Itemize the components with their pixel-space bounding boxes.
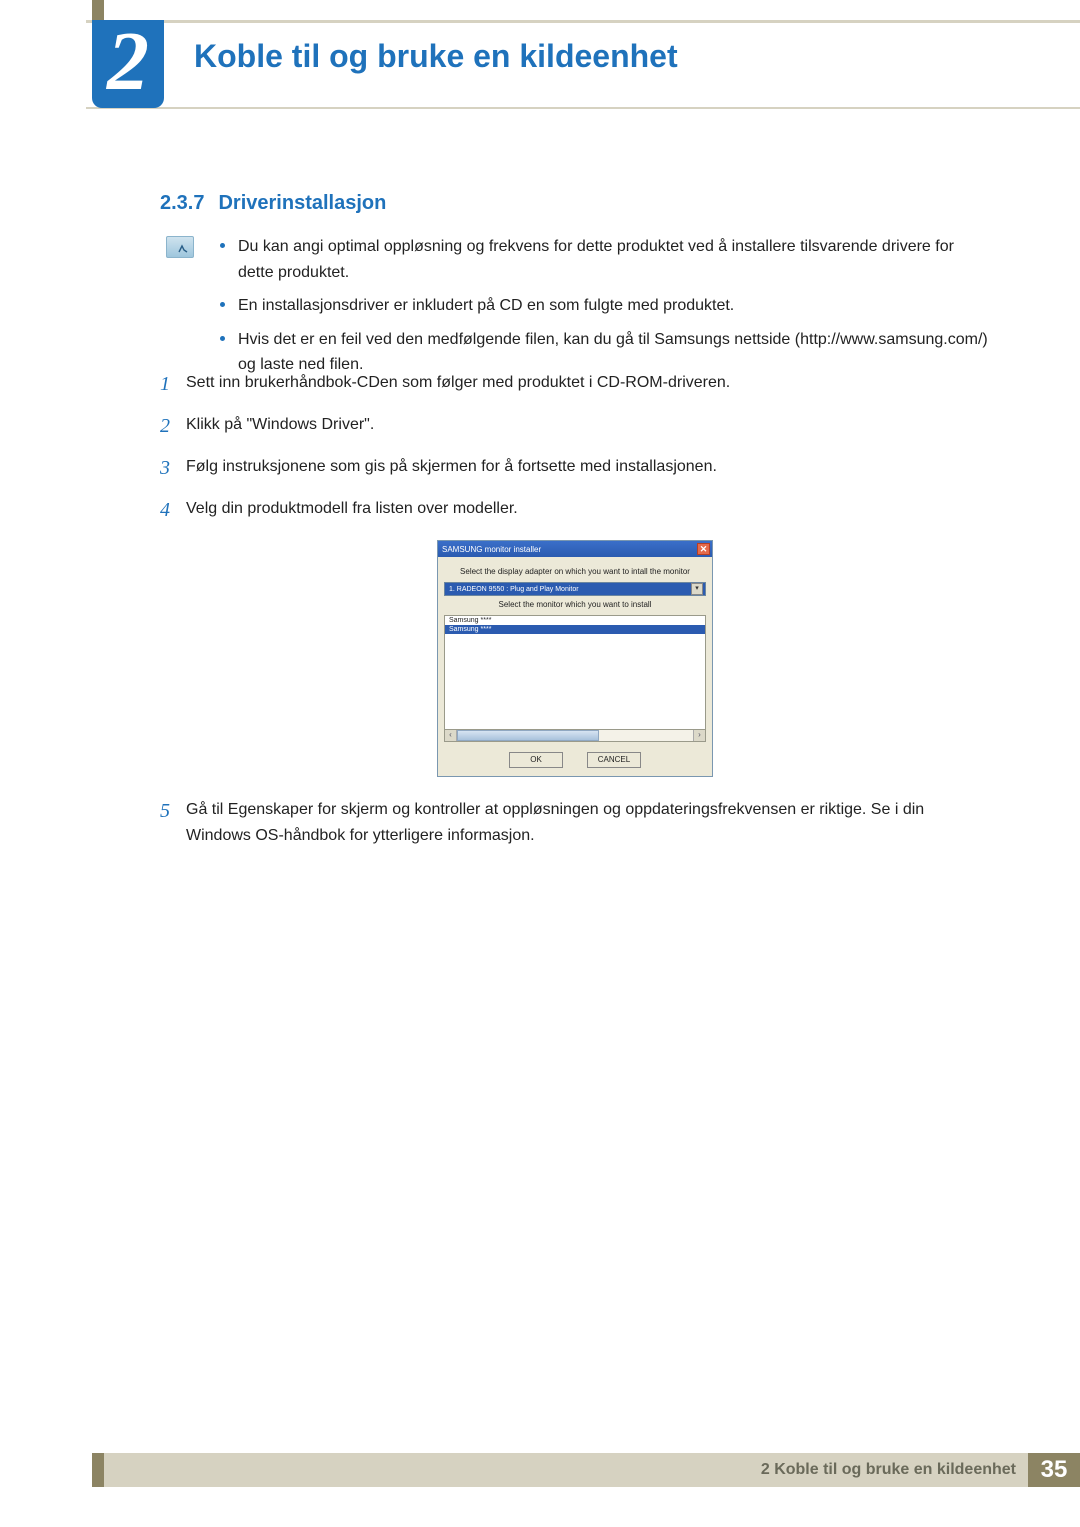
step-number: 1 xyxy=(160,368,186,400)
note-icon xyxy=(166,236,194,258)
cancel-button[interactable]: CANCEL xyxy=(587,752,641,768)
step-number: 4 xyxy=(160,494,186,526)
footer-text: 2 Koble til og bruke en kildeenhet xyxy=(761,1461,1016,1479)
section-title: Driverinstallasjon xyxy=(218,192,386,214)
footer-bar: 2 Koble til og bruke en kildeenhet 35 xyxy=(94,1453,1080,1487)
step-item: 5 Gå til Egenskaper for skjerm og kontro… xyxy=(160,795,990,848)
step-item: 3 Følg instruksjonene som gis på skjerme… xyxy=(160,452,990,484)
step-item: 2 Klikk på "Windows Driver". xyxy=(160,410,990,442)
step-text: Klikk på "Windows Driver". xyxy=(186,410,990,438)
close-icon[interactable]: ✕ xyxy=(697,543,710,555)
monitor-list-body[interactable] xyxy=(444,634,706,730)
dialog-title: SAMSUNG monitor installer xyxy=(442,545,541,554)
step-item: 1 Sett inn brukerhåndbok-CDen som følger… xyxy=(160,368,990,400)
installer-dialog-figure: SAMSUNG monitor installer ✕ Select the d… xyxy=(437,540,713,777)
combobox-value: 1. RADEON 9550 : Plug and Play Monitor xyxy=(449,586,579,593)
page-number: 35 xyxy=(1028,1453,1080,1487)
header-rule-bottom xyxy=(86,107,1080,109)
footer-accent-stripe xyxy=(92,1453,104,1487)
step-number: 3 xyxy=(160,452,186,484)
header-accent-stripe xyxy=(92,0,104,20)
chapter-number-box: 2 xyxy=(92,20,164,108)
adapter-combobox[interactable]: 1. RADEON 9550 : Plug and Play Monitor ▾ xyxy=(444,582,706,596)
note-item: En installasjonsdriver er inkludert på C… xyxy=(220,293,990,319)
dialog-titlebar: SAMSUNG monitor installer ✕ xyxy=(438,541,712,557)
section-number: 2.3.7 xyxy=(160,192,204,214)
section-heading: 2.3.7 Driverinstallasjon xyxy=(160,192,386,215)
notes-list: Du kan angi optimal oppløsning og frekve… xyxy=(220,234,990,386)
step-text: Gå til Egenskaper for skjerm og kontroll… xyxy=(186,795,990,848)
scroll-left-icon[interactable]: ‹ xyxy=(445,730,457,741)
monitor-list-item-selected[interactable]: Samsung **** xyxy=(444,625,706,634)
note-item: Du kan angi optimal oppløsning og frekve… xyxy=(220,234,990,285)
ok-button[interactable]: OK xyxy=(509,752,563,768)
steps-list: 1 Sett inn brukerhåndbok-CDen som følger… xyxy=(160,368,990,858)
step-number: 2 xyxy=(160,410,186,442)
dialog-monitor-label: Select the monitor which you want to ins… xyxy=(444,600,706,609)
step-number: 5 xyxy=(160,795,186,827)
monitor-list-item[interactable]: Samsung **** xyxy=(444,615,706,625)
step-text: Sett inn brukerhåndbok-CDen som følger m… xyxy=(186,368,990,396)
step-text: Velg din produktmodell fra listen over m… xyxy=(186,494,990,522)
scroll-right-icon[interactable]: › xyxy=(693,730,705,741)
step-text: Følg instruksjonene som gis på skjermen … xyxy=(186,452,990,480)
chapter-title: Koble til og bruke en kildeenhet xyxy=(194,38,678,75)
header-rule-top xyxy=(86,20,1080,23)
scrollbar-thumb[interactable] xyxy=(457,730,599,741)
dialog-adapter-label: Select the display adapter on which you … xyxy=(444,567,706,576)
step-item: 4 Velg din produktmodell fra listen over… xyxy=(160,494,990,526)
scrollbar-track[interactable] xyxy=(457,730,693,741)
horizontal-scrollbar[interactable]: ‹ › xyxy=(444,730,706,742)
chevron-down-icon[interactable]: ▾ xyxy=(691,583,703,595)
